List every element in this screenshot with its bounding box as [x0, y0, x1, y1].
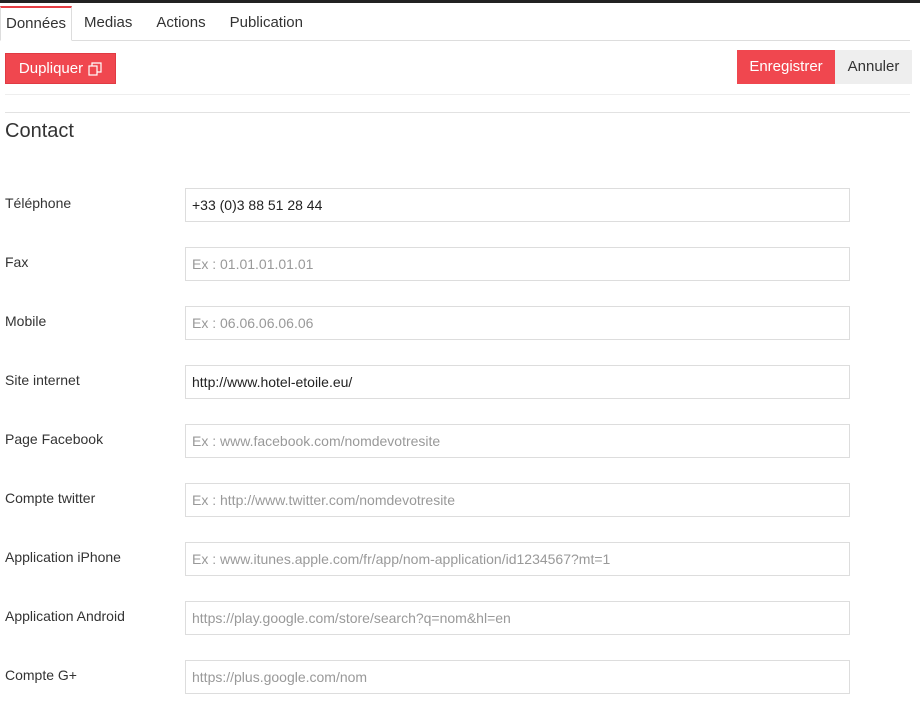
- cancel-button[interactable]: Annuler: [835, 50, 912, 84]
- mobile-field[interactable]: [185, 306, 850, 340]
- field-label: Page Facebook: [5, 431, 104, 447]
- iphone-app-field[interactable]: [185, 542, 850, 576]
- duplicate-button[interactable]: Dupliquer: [5, 53, 116, 84]
- form-row-iphone: Application iPhone: [0, 542, 920, 578]
- form-row-telephone: Téléphone: [0, 188, 920, 224]
- save-button[interactable]: Enregistrer: [737, 50, 835, 84]
- telephone-field[interactable]: [185, 188, 850, 222]
- fax-field[interactable]: [185, 247, 850, 281]
- divider: [5, 112, 910, 113]
- field-label: Application Android: [5, 608, 125, 624]
- form-row-facebook: Page Facebook: [0, 424, 920, 460]
- twitter-field[interactable]: [185, 483, 850, 517]
- form-row-mobile: Mobile: [0, 306, 920, 342]
- tab-donnees[interactable]: Données: [0, 6, 73, 41]
- gplus-field[interactable]: [185, 660, 850, 694]
- field-label: Téléphone: [5, 195, 72, 211]
- divider: [5, 94, 910, 95]
- website-field[interactable]: [185, 365, 850, 399]
- copy-icon: [88, 61, 102, 76]
- duplicate-button-label: Dupliquer: [18, 60, 84, 77]
- field-label: Fax: [5, 254, 29, 270]
- form-row-fax: Fax: [0, 247, 920, 283]
- tab-bar: Données Medias Actions Publication: [0, 6, 910, 41]
- section-title: Contact: [5, 120, 74, 142]
- field-label: Compte G+: [5, 667, 77, 683]
- tab-actions[interactable]: Actions: [144, 6, 217, 40]
- field-label: Mobile: [5, 313, 47, 329]
- form-row-website: Site internet: [0, 365, 920, 401]
- field-label: Compte twitter: [5, 490, 96, 506]
- form-row-gplus: Compte G+: [0, 660, 920, 696]
- tab-publication[interactable]: Publication: [218, 6, 315, 40]
- form-row-android: Application Android: [0, 601, 920, 637]
- tab-medias[interactable]: Medias: [72, 6, 144, 40]
- android-app-field[interactable]: [185, 601, 850, 635]
- form-row-twitter: Compte twitter: [0, 483, 920, 519]
- field-label: Application iPhone: [5, 549, 121, 565]
- field-label: Site internet: [5, 372, 80, 388]
- facebook-field[interactable]: [185, 424, 850, 458]
